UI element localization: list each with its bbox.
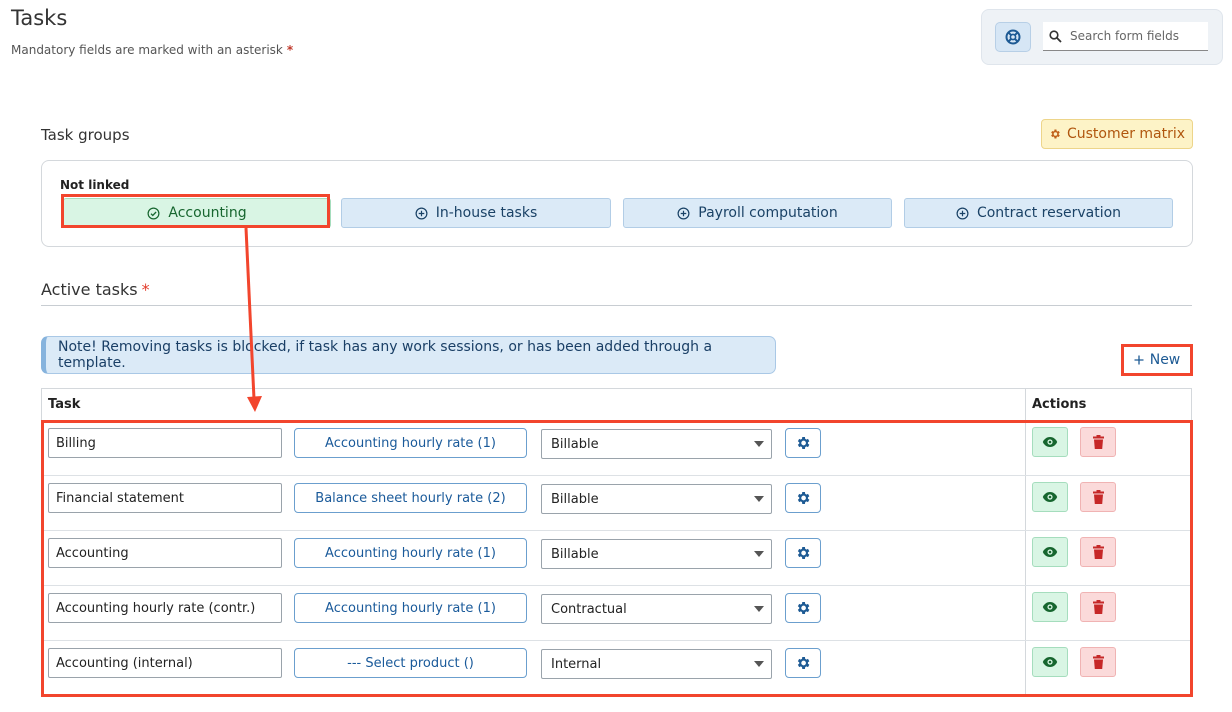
active-tasks-title: Active tasks * xyxy=(41,280,150,299)
accounting-chip-highlight xyxy=(61,194,330,228)
customer-matrix-button[interactable]: Customer matrix xyxy=(1041,119,1193,149)
plus-icon xyxy=(1134,355,1144,365)
group-chip-in-house-tasks[interactable]: In-house tasks xyxy=(341,198,611,228)
page-title: Tasks xyxy=(11,6,68,30)
subtitle-text: Mandatory fields are marked with an aste… xyxy=(11,43,283,57)
info-note: Note! Removing tasks is blocked, if task… xyxy=(41,336,776,374)
column-header-task: Task xyxy=(48,397,81,412)
lifebuoy-icon xyxy=(1005,29,1021,45)
task-rows-highlight xyxy=(41,420,1193,697)
section-divider xyxy=(41,305,1192,306)
page-subtitle: Mandatory fields are marked with an aste… xyxy=(11,43,293,57)
task-groups-label: Task groups xyxy=(41,126,130,144)
required-asterisk: * xyxy=(141,280,150,299)
group-chip-label: Contract reservation xyxy=(976,205,1122,221)
plus-circle-icon xyxy=(415,207,428,219)
customer-matrix-label: Customer matrix xyxy=(1066,126,1186,142)
search-panel xyxy=(981,9,1223,65)
group-chip-label: Payroll computation xyxy=(698,205,838,221)
group-chip-label: In-house tasks xyxy=(435,205,538,221)
group-chip-payroll-computation[interactable]: Payroll computation xyxy=(623,198,892,228)
new-task-label: New xyxy=(1149,352,1181,368)
help-button[interactable] xyxy=(995,22,1031,52)
search-icon xyxy=(1049,29,1062,43)
group-chip-contract-reservation[interactable]: Contract reservation xyxy=(904,198,1173,228)
gear-icon xyxy=(1051,129,1060,139)
new-task-button[interactable]: New xyxy=(1121,344,1193,376)
not-linked-label: Not linked xyxy=(60,178,130,192)
active-tasks-title-text: Active tasks xyxy=(41,280,138,299)
plus-circle-icon xyxy=(956,207,969,219)
search-input[interactable] xyxy=(1068,28,1202,44)
plus-circle-icon xyxy=(677,207,690,219)
column-header-actions: Actions xyxy=(1032,397,1087,412)
search-box xyxy=(1043,22,1208,51)
required-asterisk: * xyxy=(286,43,294,57)
